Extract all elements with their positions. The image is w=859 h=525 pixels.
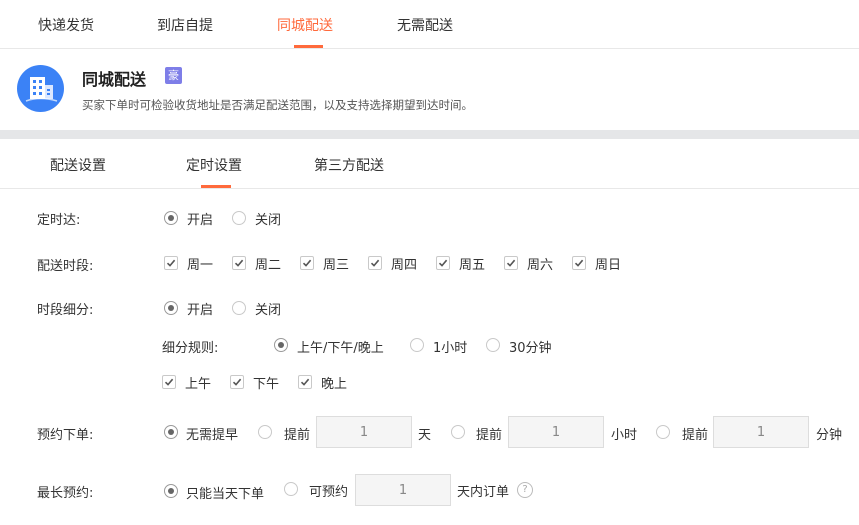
timed-delivery-label: 定时达: xyxy=(37,213,81,228)
advance-days-input[interactable] xyxy=(316,416,412,448)
timed-delivery-on-label: 开启 xyxy=(187,213,214,228)
day-checkbox-mon[interactable] xyxy=(164,256,178,270)
advance-minutes-label: 提前 xyxy=(682,428,709,443)
rule-30min-label: 30分钟 xyxy=(509,341,552,356)
day-label-mon: 周一 xyxy=(187,258,214,273)
advance-hours-radio[interactable] xyxy=(451,425,465,439)
tab-timed-settings[interactable]: 定时设置 xyxy=(186,155,242,175)
advance-hours-label: 提前 xyxy=(476,428,503,443)
advance-hours-input[interactable] xyxy=(508,416,604,448)
max-advance-days-input[interactable] xyxy=(355,474,451,506)
tab-local-delivery[interactable]: 同城配送 xyxy=(277,15,333,35)
help-icon[interactable]: ? xyxy=(517,482,533,498)
advance-minutes-unit: 分钟 xyxy=(816,428,843,443)
advance-days-unit: 天 xyxy=(418,428,432,443)
period-label-evening: 晚上 xyxy=(321,377,348,392)
period-checkbox-evening[interactable] xyxy=(298,375,312,389)
advance-minutes-input[interactable] xyxy=(713,416,809,448)
section-divider xyxy=(0,130,859,139)
bookable-label: 可预约 xyxy=(309,485,349,500)
active-tab-indicator xyxy=(294,45,323,48)
day-checkbox-wed[interactable] xyxy=(300,256,314,270)
day-checkbox-tue[interactable] xyxy=(232,256,246,270)
sub-tab-bar: 配送设置 定时设置 第三方配送 xyxy=(0,139,859,189)
day-checkbox-fri[interactable] xyxy=(436,256,450,270)
rule-1h-label: 1小时 xyxy=(433,341,468,356)
luxury-badge-icon: 豪 xyxy=(165,67,182,84)
advance-order-label: 预约下单: xyxy=(37,428,94,443)
active-subtab-indicator xyxy=(201,185,231,188)
timed-delivery-off-label: 关闭 xyxy=(255,213,282,228)
day-label-fri: 周五 xyxy=(459,258,486,273)
period-label-morning: 上午 xyxy=(185,377,212,392)
no-advance-label: 无需提早 xyxy=(186,428,239,443)
advance-days-radio[interactable] xyxy=(258,425,272,439)
tab-express[interactable]: 快递发货 xyxy=(38,15,94,35)
check-icon xyxy=(370,259,380,267)
same-day-radio[interactable] xyxy=(164,484,178,498)
delivery-days-label: 配送时段: xyxy=(37,259,94,274)
split-rule-label: 细分规则: xyxy=(162,341,219,356)
timed-delivery-off-radio[interactable] xyxy=(232,211,246,225)
day-label-sun: 周日 xyxy=(595,258,622,273)
period-checkbox-afternoon[interactable] xyxy=(230,375,244,389)
advance-hours-unit: 小时 xyxy=(611,428,638,443)
check-icon xyxy=(234,259,244,267)
check-icon xyxy=(438,259,448,267)
day-label-wed: 周三 xyxy=(323,258,350,273)
day-checkbox-thu[interactable] xyxy=(368,256,382,270)
same-day-label: 只能当天下单 xyxy=(186,487,265,502)
no-advance-radio[interactable] xyxy=(164,425,178,439)
slot-split-on-radio[interactable] xyxy=(164,301,178,315)
day-checkbox-sat[interactable] xyxy=(504,256,518,270)
top-tab-bar: 快递发货 到店自提 同城配送 无需配送 xyxy=(0,0,859,49)
period-label-afternoon: 下午 xyxy=(253,377,280,392)
rule-1h-radio[interactable] xyxy=(410,338,424,352)
max-advance-unit: 天内订单 xyxy=(457,485,510,500)
bookable-radio[interactable] xyxy=(284,482,298,496)
tab-third-party-delivery[interactable]: 第三方配送 xyxy=(314,155,384,175)
check-icon xyxy=(300,378,310,386)
tab-pickup[interactable]: 到店自提 xyxy=(157,15,213,35)
max-advance-label: 最长预约: xyxy=(37,486,94,501)
tab-delivery-settings[interactable]: 配送设置 xyxy=(50,155,106,175)
rule-ampm-label: 上午/下午/晚上 xyxy=(297,341,384,356)
check-icon xyxy=(506,259,516,267)
slot-split-off-label: 关闭 xyxy=(255,303,282,318)
day-checkbox-sun[interactable] xyxy=(572,256,586,270)
check-icon xyxy=(166,259,176,267)
day-label-thu: 周四 xyxy=(391,258,418,273)
advance-days-label: 提前 xyxy=(284,428,311,443)
check-icon xyxy=(574,259,584,267)
tab-no-delivery[interactable]: 无需配送 xyxy=(397,15,453,35)
slot-split-on-label: 开启 xyxy=(187,303,214,318)
slot-split-off-radio[interactable] xyxy=(232,301,246,315)
page-description: 买家下单时可检验收货地址是否满足配送范围，以及支持选择期望到达时间。 xyxy=(82,98,473,112)
advance-minutes-radio[interactable] xyxy=(656,425,670,439)
page-title: 同城配送 xyxy=(82,70,147,89)
rule-30min-radio[interactable] xyxy=(486,338,500,352)
period-checkbox-morning[interactable] xyxy=(162,375,176,389)
building-icon xyxy=(17,65,64,112)
slot-split-label: 时段细分: xyxy=(37,303,94,318)
day-label-tue: 周二 xyxy=(255,258,282,273)
check-icon xyxy=(164,378,174,386)
rule-ampm-radio[interactable] xyxy=(274,338,288,352)
day-label-sat: 周六 xyxy=(527,258,554,273)
check-icon xyxy=(232,378,242,386)
check-icon xyxy=(302,259,312,267)
timed-delivery-on-radio[interactable] xyxy=(164,211,178,225)
